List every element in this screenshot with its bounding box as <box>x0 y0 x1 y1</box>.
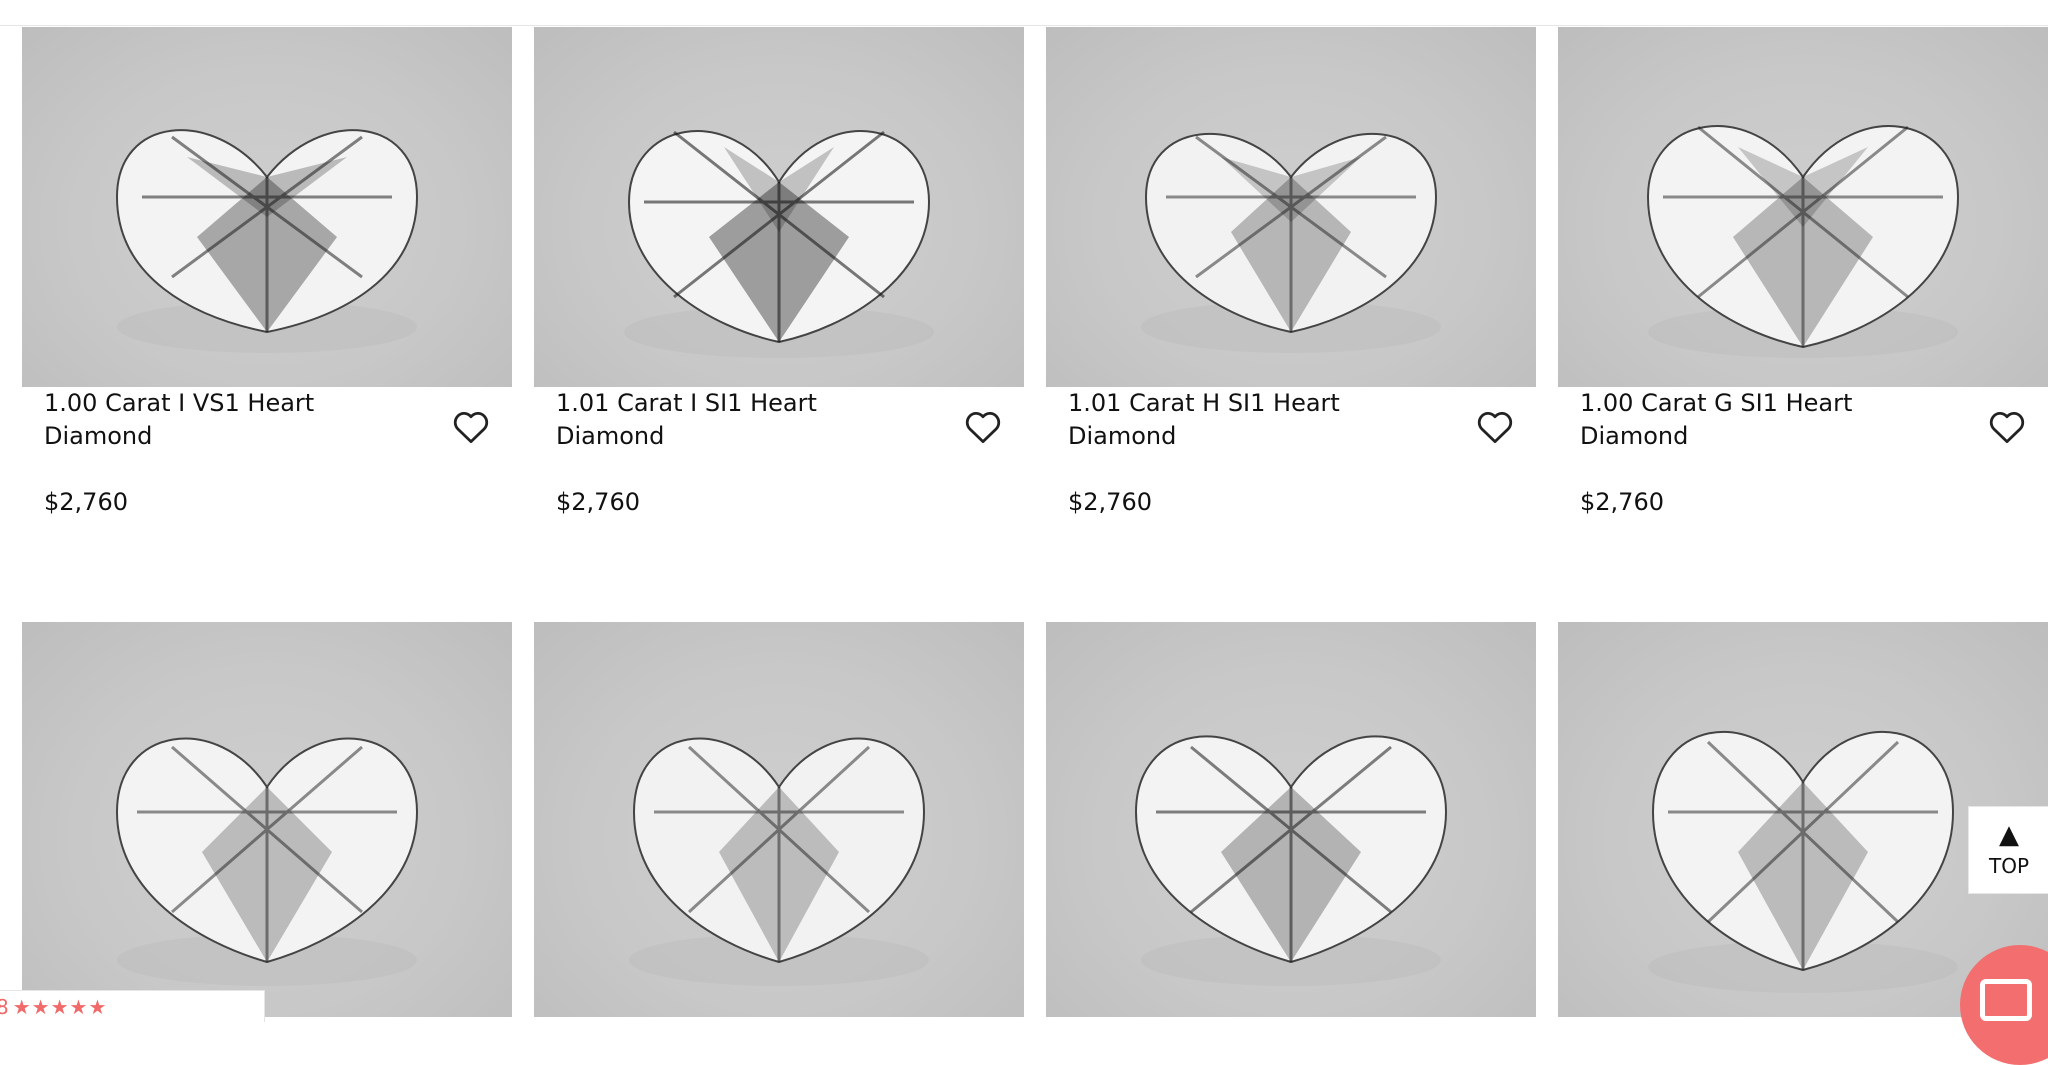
diamond-image <box>624 130 934 358</box>
product-price: $2,760 <box>556 488 640 516</box>
product-title[interactable]: 1.00 Carat I VS1 Heart Diamond <box>44 387 404 453</box>
product-image[interactable] <box>1046 622 1536 1017</box>
product-price: $2,760 <box>44 488 128 516</box>
reviews-count: 8 <box>0 995 9 1019</box>
product-title[interactable]: 1.01 Carat H SI1 Heart Diamond <box>1068 387 1428 453</box>
diamond-image <box>1141 132 1441 353</box>
back-to-top-button[interactable]: ▲ TOP <box>1968 806 2048 894</box>
diamond-image <box>1134 735 1448 986</box>
triangle-up-icon: ▲ <box>1999 820 2019 850</box>
diamond-image <box>1646 125 1960 358</box>
reviews-badge[interactable]: 8 ★★★★★ <box>0 990 265 1022</box>
back-to-top-label: TOP <box>1988 854 2030 878</box>
product-price: $2,760 <box>1068 488 1152 516</box>
diamond-image <box>115 129 419 353</box>
favorite-heart-icon[interactable] <box>964 410 1002 444</box>
product-image[interactable] <box>534 622 1024 1017</box>
rating-stars-icon: ★★★★★ <box>12 995 108 1019</box>
product-image[interactable] <box>22 27 512 387</box>
product-title[interactable]: 1.01 Carat I SI1 Heart Diamond <box>556 387 916 453</box>
product-image[interactable] <box>22 622 512 1017</box>
favorite-heart-icon[interactable] <box>1988 410 2026 444</box>
product-image[interactable] <box>534 27 1024 387</box>
favorite-heart-icon[interactable] <box>452 410 490 444</box>
product-image[interactable] <box>1046 27 1536 387</box>
product-title[interactable]: 1.00 Carat G SI1 Heart Diamond <box>1580 387 1940 453</box>
favorite-heart-icon[interactable] <box>1476 410 1514 444</box>
diamond-image <box>115 737 419 986</box>
chat-icon <box>1980 979 2032 1021</box>
top-divider <box>0 25 2048 26</box>
product-image[interactable] <box>1558 27 2048 387</box>
product-price: $2,760 <box>1580 488 1664 516</box>
diamond-image <box>629 737 929 986</box>
